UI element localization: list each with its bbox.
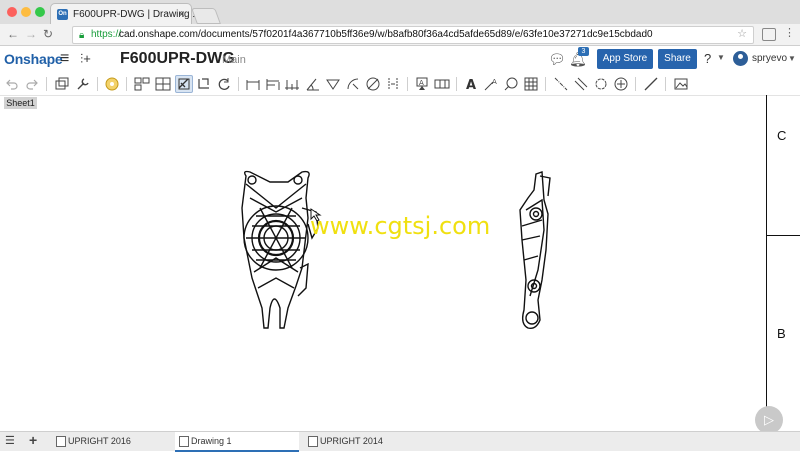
toolbar-divider — [46, 77, 47, 91]
tab-manager-icon[interactable]: ☰ — [5, 434, 15, 447]
part-studio-icon — [56, 436, 66, 447]
chevron-down-icon[interactable]: ▼ — [788, 54, 796, 63]
maximize-window-button[interactable] — [35, 7, 45, 17]
onshape-favicon-icon: On — [57, 9, 68, 20]
toolbar-divider — [456, 77, 457, 91]
watermark-text: www.cgtsj.com — [310, 212, 491, 240]
app-header: Onshape ≡ ⫶+ F600UPR-DWG Main 💬︎ 🔔︎ 3 Ap… — [0, 46, 800, 74]
tab-label: UPRIGHT 2016 — [68, 436, 131, 446]
tab-label: UPRIGHT 2014 — [320, 436, 383, 446]
diameter-dimension-icon[interactable] — [365, 76, 381, 92]
svg-text:A: A — [419, 79, 424, 87]
drawing-view-front[interactable] — [236, 168, 322, 334]
tab-upright-2016[interactable]: UPRIGHT 2016 — [52, 432, 172, 450]
comments-icon[interactable]: 💬︎ — [548, 51, 566, 68]
document-tab-bar: ☰ + UPRIGHT 2016 Drawing 1 UPRIGHT 2014 — [0, 431, 800, 452]
drawing-toolbar: A A A — [0, 73, 800, 96]
toolbar-divider — [665, 77, 666, 91]
toolbar-divider — [407, 77, 408, 91]
url-text: cad.onshape.com/documents/57f0201f4a3677… — [119, 29, 653, 40]
url-scheme: https:// — [91, 29, 122, 40]
centerline-icon[interactable] — [553, 76, 569, 92]
close-window-button[interactable] — [7, 7, 17, 17]
toolbar-divider — [97, 77, 98, 91]
sheet-tab[interactable]: Sheet1 — [4, 97, 37, 109]
toolbar-divider — [238, 77, 239, 91]
center-mark-icon[interactable] — [613, 76, 629, 92]
svg-text:A: A — [466, 78, 476, 92]
feature-control-frame-icon[interactable] — [434, 76, 450, 92]
crop-view-icon[interactable] — [196, 76, 212, 92]
note-text-icon[interactable]: A — [463, 76, 479, 92]
ordinate-dimension-icon[interactable] — [284, 76, 300, 92]
user-avatar[interactable] — [733, 51, 748, 66]
part-studio-icon — [308, 436, 318, 447]
insert-image-icon[interactable] — [673, 76, 689, 92]
table-icon[interactable] — [523, 76, 539, 92]
redo-icon[interactable] — [26, 78, 38, 90]
share-button[interactable]: Share — [658, 49, 697, 69]
line-sketch-icon[interactable] — [643, 76, 659, 92]
toolbar-divider — [126, 77, 127, 91]
toolbar-divider — [635, 77, 636, 91]
chevron-down-icon[interactable]: ▼ — [717, 53, 725, 62]
toolbar-divider — [545, 77, 546, 91]
radial-dimension-icon[interactable] — [345, 76, 361, 92]
balloon-icon[interactable] — [503, 76, 519, 92]
minimize-window-button[interactable] — [21, 7, 31, 17]
add-tab-icon[interactable]: + — [29, 432, 37, 448]
detail-view-icon[interactable] — [175, 75, 193, 93]
callout-icon[interactable]: A — [483, 76, 499, 92]
feature-tree-icon[interactable]: ⫶+ — [80, 51, 91, 67]
angular-dimension-icon[interactable] — [305, 76, 321, 92]
lock-icon: 🔒︎ — [79, 30, 85, 41]
projected-view-icon[interactable] — [134, 76, 150, 92]
section-view-icon[interactable] — [155, 76, 171, 92]
hole-table-icon[interactable] — [385, 76, 401, 92]
next-arrow-icon[interactable]: ▷ — [755, 406, 783, 434]
linear-dimension-icon[interactable] — [245, 76, 261, 92]
browser-menu-icon[interactable]: ⋮ — [784, 26, 795, 39]
browser-tab-strip: On F600UPR-DWG | Drawing 1 × — [0, 0, 800, 25]
sheet-zone-divider — [766, 235, 800, 236]
sheet-border-line — [766, 95, 767, 430]
hamburger-menu-icon[interactable]: ≡ — [60, 50, 69, 68]
browser-address-bar: ← → ↻ 🔒︎ https:// cad.onshape.com/docume… — [0, 24, 800, 46]
insert-view-icon[interactable] — [54, 76, 70, 92]
browser-tab-active[interactable]: On F600UPR-DWG | Drawing 1 × — [50, 3, 198, 25]
cast-icon[interactable] — [762, 28, 776, 41]
rotate-view-icon[interactable] — [216, 76, 232, 92]
close-tab-icon[interactable]: × — [178, 7, 185, 21]
mouse-cursor-icon — [310, 208, 322, 222]
url-input[interactable]: 🔒︎ https:// cad.onshape.com/documents/57… — [72, 26, 754, 44]
drawing-view-side[interactable] — [512, 170, 556, 332]
point-to-point-centerline-icon[interactable] — [573, 76, 589, 92]
tab-label: Drawing 1 — [191, 436, 232, 446]
back-arrow-icon[interactable]: ← — [7, 27, 19, 41]
zone-label-bottom: B — [777, 326, 786, 341]
update-views-icon[interactable] — [104, 76, 120, 92]
tab-upright-2014[interactable]: UPRIGHT 2014 — [304, 432, 424, 450]
branch-name: Main — [222, 54, 246, 66]
notification-badge: 3 — [578, 47, 589, 56]
circle-centerline-icon[interactable] — [593, 76, 609, 92]
username[interactable]: spryevo — [752, 53, 787, 64]
onshape-logo[interactable]: Onshape — [4, 51, 63, 67]
reload-icon[interactable]: ↻ — [43, 27, 53, 41]
drawing-icon — [179, 436, 189, 447]
app-store-button[interactable]: App Store — [597, 49, 653, 69]
tab-drawing-1[interactable]: Drawing 1 — [175, 432, 299, 452]
help-icon[interactable]: ? — [704, 51, 711, 66]
forward-arrow-icon[interactable]: → — [25, 27, 37, 41]
new-tab-button[interactable] — [191, 8, 221, 24]
zone-label-top: C — [777, 128, 787, 143]
document-title[interactable]: F600UPR-DWG — [120, 50, 235, 68]
wrench-icon[interactable] — [75, 76, 91, 92]
undo-icon[interactable] — [6, 78, 18, 90]
svg-text:A: A — [492, 78, 497, 86]
baseline-dimension-icon[interactable] — [265, 76, 281, 92]
chamfer-dimension-icon[interactable] — [325, 76, 341, 92]
datum-icon[interactable]: A — [414, 76, 430, 92]
bookmark-star-icon[interactable]: ☆ — [737, 26, 747, 42]
